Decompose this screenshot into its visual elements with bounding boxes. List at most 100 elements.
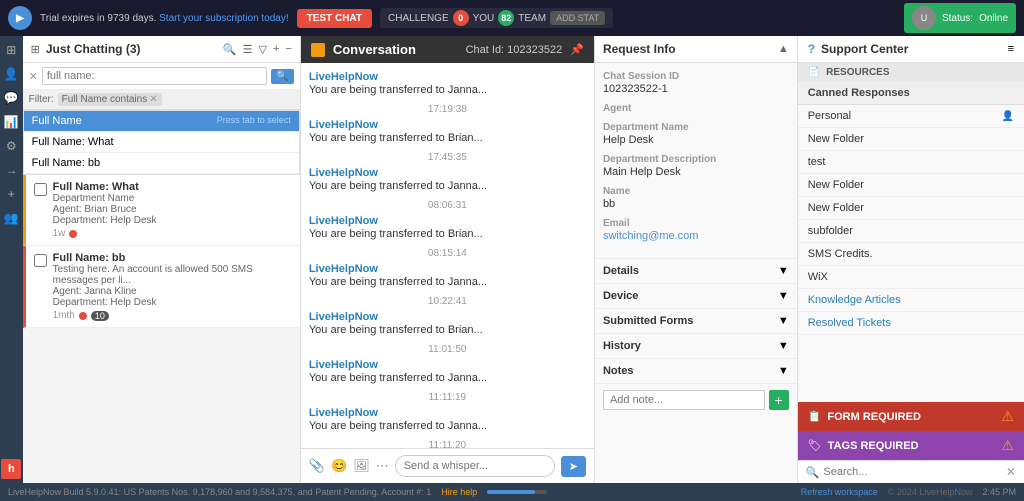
canned-item-5[interactable]: subfolder	[798, 220, 1024, 243]
tags-required-bar[interactable]: 🏷 TAGS REQUIRED ⚠	[798, 431, 1024, 460]
chat-item-0[interactable]: Full Name: What Department Name Agent: B…	[23, 175, 300, 246]
canned-item-label-5: subfolder	[808, 225, 853, 237]
attachment-icon[interactable]: 📎	[309, 458, 325, 474]
field-value-5[interactable]: switching@me.com	[603, 230, 789, 242]
canned-item-2[interactable]: test	[798, 151, 1024, 174]
canned-item-0[interactable]: Personal 👤	[798, 105, 1024, 128]
search-icon[interactable]: 🔍	[223, 43, 237, 56]
msg-sender-7: LiveHelpNow	[309, 407, 586, 419]
canned-item-label-9: Resolved Tickets	[808, 317, 891, 329]
canned-item-7[interactable]: WiX	[798, 266, 1024, 289]
tags-required-label: TAGS REQUIRED	[828, 440, 996, 452]
add-stat-button[interactable]: ADD STAT	[550, 11, 605, 25]
send-button[interactable]: ➤	[561, 456, 586, 477]
support-search-clear[interactable]: ✕	[1006, 465, 1016, 479]
chat-item-content-1: Full Name: bb Testing here. An account i…	[53, 252, 292, 321]
you-label: YOU	[473, 13, 495, 24]
message-1: LiveHelpNow You are being transferred to…	[309, 119, 586, 144]
sidebar-icon-user[interactable]: 👤	[1, 64, 21, 84]
field-label-5: Email	[603, 218, 789, 229]
form-required-bar[interactable]: 📋 FORM REQUIRED ⚠	[798, 402, 1024, 431]
chat-item-name-0: Full Name: What	[53, 181, 292, 193]
autocomplete-item-1[interactable]: Full Name: What	[24, 132, 299, 153]
minus-icon[interactable]: −	[285, 43, 291, 55]
test-chat-button[interactable]: TEST CHAT	[297, 9, 372, 28]
request-header: Request Info ▲	[595, 36, 797, 63]
chat-list-title: Just Chatting (3)	[46, 42, 217, 56]
dot-red-1	[79, 312, 87, 320]
canned-item-3[interactable]: New Folder	[798, 174, 1024, 197]
msg-time-4: 08:15:14	[309, 248, 586, 259]
sidebar-icon-arrow[interactable]: →	[1, 160, 21, 180]
notes-input[interactable]	[603, 390, 765, 410]
subscription-link[interactable]: Start your subscription today!	[159, 13, 289, 24]
msg-time-1: 17:19:38	[309, 104, 586, 115]
chat-list-header: ⊞ Just Chatting (3) 🔍 ☰ ▽ + −	[23, 36, 300, 63]
autocomplete-item-0[interactable]: Full Name Press tab to select	[24, 111, 299, 132]
refresh-link[interactable]: Refresh workspace	[801, 487, 878, 497]
image-icon[interactable]: 🖼	[353, 458, 370, 474]
sidebar-icon-add[interactable]: +	[1, 184, 21, 204]
section-details[interactable]: Details ▼	[595, 258, 797, 283]
canned-item-4[interactable]: New Folder	[798, 197, 1024, 220]
canned-item-label-0: Personal	[808, 110, 851, 122]
chat-item-department-1: Department: Help Desk	[53, 297, 292, 308]
search-input[interactable]	[42, 67, 268, 85]
plus-icon[interactable]: +	[273, 43, 279, 55]
sidebar-icon-settings[interactable]: ⚙	[1, 136, 21, 156]
request-chevron[interactable]: ▲	[778, 43, 789, 55]
section-device[interactable]: Device ▼	[595, 283, 797, 308]
form-required-label: FORM REQUIRED	[827, 411, 995, 423]
sidebar-icon-people[interactable]: 👥	[1, 208, 21, 228]
sidebar-icon-h[interactable]: h	[1, 459, 21, 479]
canned-item-label-1: New Folder	[808, 133, 864, 145]
sidebar-icon-grid[interactable]: ⊞	[1, 40, 21, 60]
close-icon[interactable]: ✕	[29, 70, 38, 83]
section-history[interactable]: History ▼	[595, 333, 797, 358]
chat-item-bottom-0: 1w	[53, 228, 292, 239]
question-icon: ?	[808, 42, 815, 56]
whisper-input[interactable]	[395, 455, 555, 477]
autocomplete-dropdown: Full Name Press tab to select Full Name:…	[23, 110, 300, 175]
filter-icon[interactable]: ☰	[243, 43, 253, 56]
remove-filter-icon[interactable]: ✕	[149, 94, 157, 105]
form-warn-icon: ⚠	[1001, 408, 1014, 425]
sidebar-icon-chat[interactable]: 💬	[1, 88, 21, 108]
autocomplete-item-2[interactable]: Full Name: bb	[24, 153, 299, 174]
section-submitted-forms[interactable]: Submitted Forms ▼	[595, 308, 797, 333]
chat-item-checkbox-1[interactable]	[34, 254, 47, 267]
search-button[interactable]: 🔍	[271, 69, 293, 84]
chat-item-time-0: 1w	[53, 228, 66, 239]
section-details-chevron: ▼	[778, 265, 789, 277]
hire-help-link[interactable]: Hire help	[441, 487, 477, 497]
canned-item-1[interactable]: New Folder	[798, 128, 1024, 151]
section-notes[interactable]: Notes ▼	[595, 358, 797, 383]
field-value-4: bb	[603, 198, 789, 210]
support-menu-icon[interactable]: ≡	[1008, 43, 1014, 55]
message-3: LiveHelpNow You are being transferred to…	[309, 215, 586, 240]
canned-item-9[interactable]: Resolved Tickets	[798, 312, 1024, 335]
challenge-section: CHALLENGE 0 YOU 82 TEAM ADD STAT	[380, 8, 613, 28]
emoji-icon[interactable]: 😊	[331, 458, 347, 474]
more-icon[interactable]: ⋯	[376, 458, 389, 474]
conv-icon	[311, 43, 325, 57]
chat-item-checkbox-0[interactable]	[34, 183, 47, 196]
notes-add-button[interactable]: +	[769, 390, 789, 410]
field-dept-name: Department Name Help Desk	[603, 122, 789, 146]
message-7: LiveHelpNow You are being transferred to…	[309, 407, 586, 432]
sidebar-icon-chart[interactable]: 📊	[1, 112, 21, 132]
pin-icon[interactable]: 📌	[570, 43, 584, 56]
msg-time-6: 11:01:50	[309, 344, 586, 355]
funnel-icon[interactable]: ▽	[258, 43, 266, 56]
chat-item-1[interactable]: Full Name: bb Testing here. An account i…	[23, 246, 300, 328]
field-label-2: Department Name	[603, 122, 789, 133]
canned-item-label-8: Knowledge Articles	[808, 294, 901, 306]
search-box: ✕ 🔍	[23, 63, 300, 90]
dot-red-0	[69, 230, 77, 238]
msg-text-2: You are being transferred to Janna...	[309, 180, 586, 192]
msg-sender-4: LiveHelpNow	[309, 263, 586, 275]
canned-item-8[interactable]: Knowledge Articles	[798, 289, 1024, 312]
section-details-label: Details	[603, 265, 639, 277]
canned-item-6[interactable]: SMS Credits.	[798, 243, 1024, 266]
support-search-input[interactable]	[823, 466, 1002, 478]
